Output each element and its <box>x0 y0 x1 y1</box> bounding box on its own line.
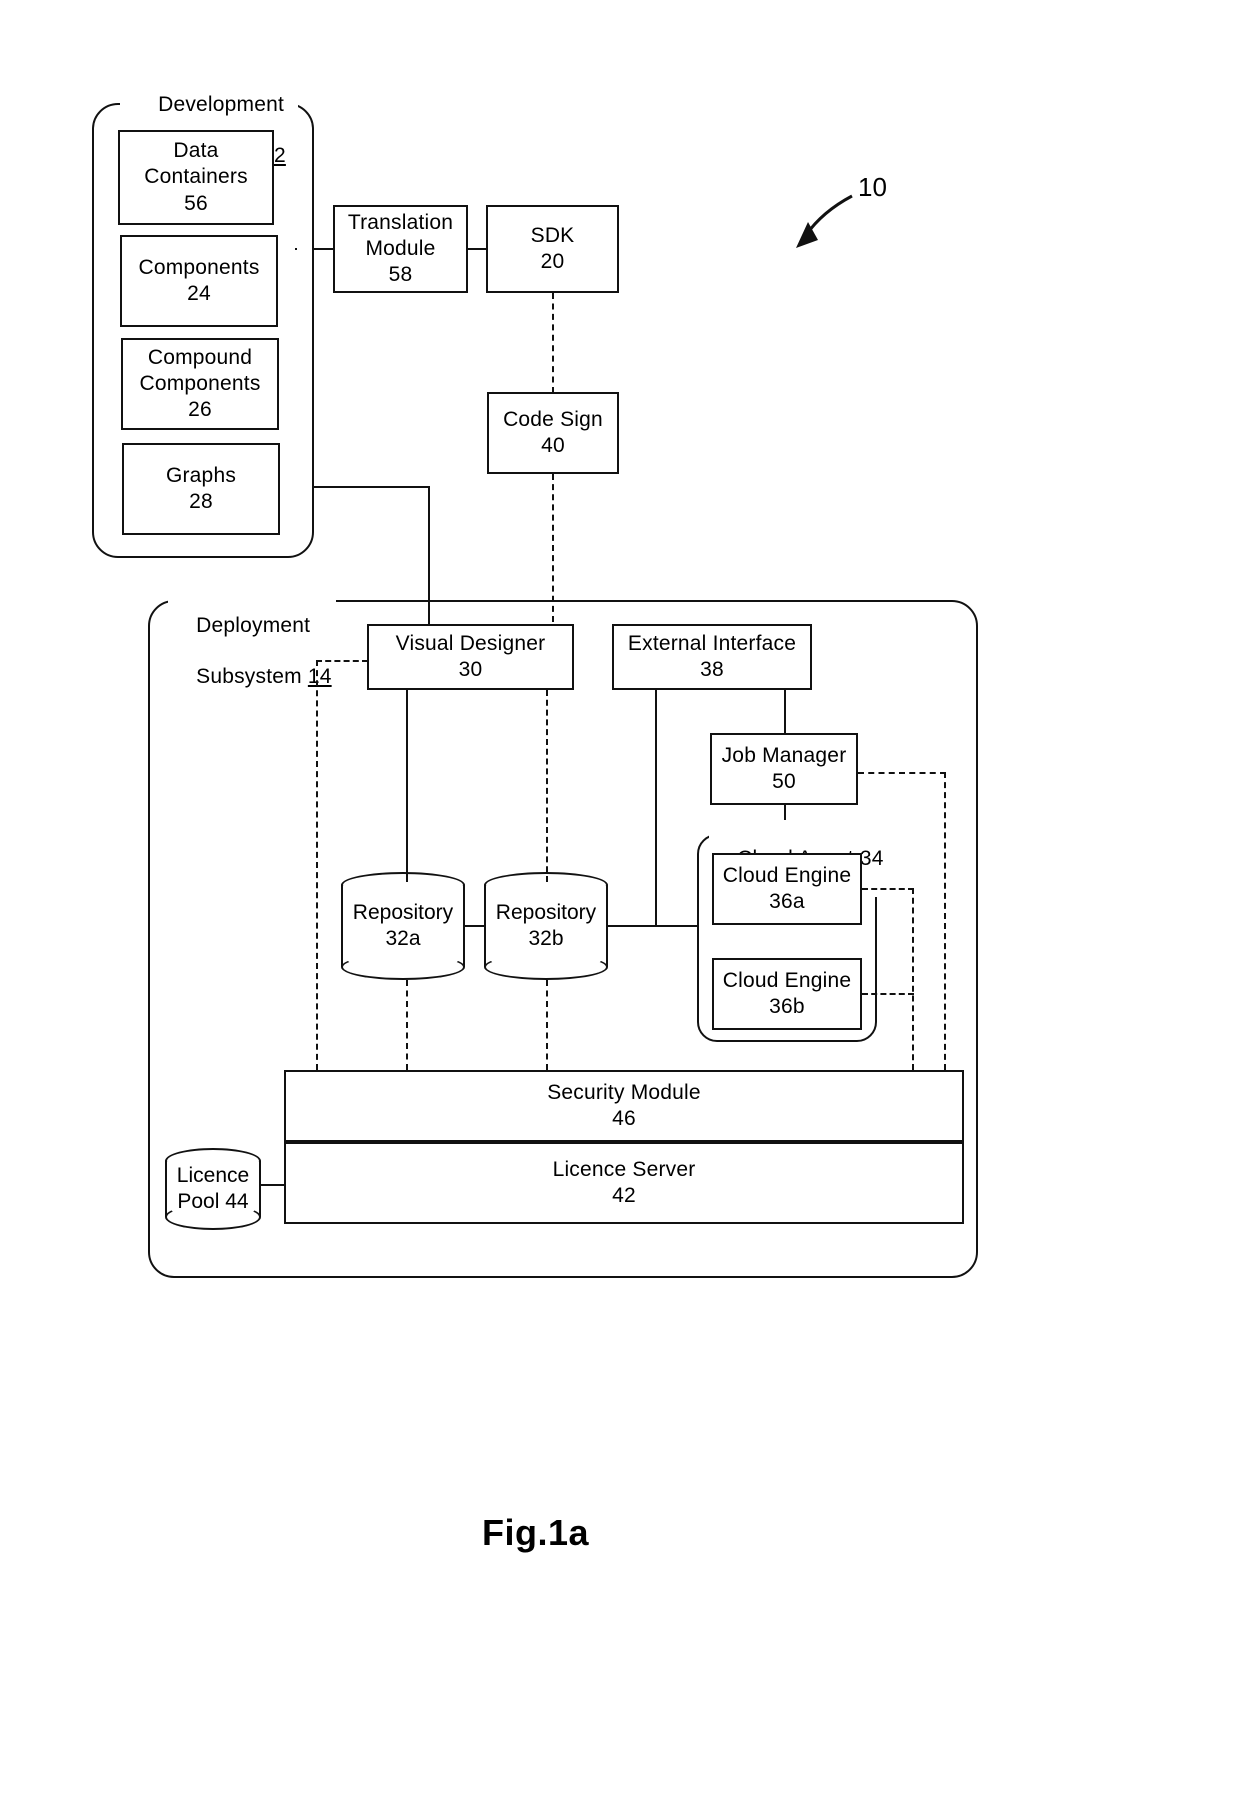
sdk-line1: SDK <box>530 223 575 247</box>
repository-32b-cylinder[interactable]: Repository 32b <box>484 872 608 980</box>
connector-graphs-horizontal <box>314 486 430 488</box>
connector-external-interface-to-job-manager <box>784 690 786 733</box>
cloud-engine-36b-box[interactable]: Cloud Engine 36b <box>712 958 862 1030</box>
connector-visual-designer-to-repo-32a <box>406 690 408 882</box>
connector-dashed-right-rail-outer <box>944 772 946 1070</box>
data-containers-line1: Data <box>173 139 219 163</box>
cloud-engine-36b-line1: Cloud Engine <box>722 968 852 992</box>
repository-32a-cylinder[interactable]: Repository 32a <box>341 872 465 980</box>
sdk-box[interactable]: SDK 20 <box>486 205 619 293</box>
deployment-subsystem-label-line1: Deployment <box>196 613 311 637</box>
components-box[interactable]: Components 24 <box>120 235 278 327</box>
repository-32a-text: Repository 32a <box>341 900 465 952</box>
connector-repo-32b-to-cloud-agent <box>607 925 699 927</box>
translation-module-box[interactable]: Translation Module 58 <box>333 205 468 293</box>
licence-server-ref: 42 <box>612 1184 636 1207</box>
translation-module-line1: Translation <box>347 210 454 234</box>
job-manager-line1: Job Manager <box>721 743 847 767</box>
connector-framework-to-translation <box>314 248 334 250</box>
external-interface-box[interactable]: External Interface 38 <box>612 624 812 690</box>
cloud-engine-36a-box[interactable]: Cloud Engine 36a <box>712 853 862 925</box>
security-module-ref: 46 <box>612 1107 636 1130</box>
connector-dashed-engine-36b-right <box>862 993 914 995</box>
external-interface-line1: External Interface <box>627 631 797 655</box>
repository-32a-cap <box>343 886 463 900</box>
cloud-engine-36b-ref: 36b <box>769 995 805 1018</box>
data-containers-box[interactable]: Data Containers 56 <box>118 130 274 225</box>
system-reference-arrow-line <box>804 194 853 236</box>
code-sign-ref: 40 <box>541 434 565 457</box>
compound-components-line2: Components <box>139 371 261 395</box>
compound-components-box[interactable]: Compound Components 26 <box>121 338 279 430</box>
patent-figure-page: Development framework 12 Data Containers… <box>0 0 1240 1814</box>
connector-dashed-to-repo-32b <box>546 690 548 882</box>
graphs-box[interactable]: Graphs 28 <box>122 443 280 535</box>
graphs-line1: Graphs <box>165 463 237 487</box>
code-sign-box[interactable]: Code Sign 40 <box>487 392 619 474</box>
translation-module-ref: 58 <box>388 263 413 287</box>
licence-pool-line1: Licence <box>176 1163 250 1187</box>
connector-repo-32a-to-32b <box>464 925 485 927</box>
connector-dashed-left-rail <box>316 660 318 1070</box>
figure-caption: Fig.1a <box>482 1512 590 1553</box>
cloud-engine-36a-line1: Cloud Engine <box>722 863 852 887</box>
graphs-ref: 28 <box>189 490 213 513</box>
repository-32b-cap <box>486 886 606 900</box>
job-manager-ref: 50 <box>772 770 796 793</box>
licence-server-line1: Licence Server <box>552 1157 696 1181</box>
repository-32a-bottom <box>341 954 465 980</box>
translation-module-line2: Module <box>365 236 436 260</box>
connector-external-interface-down <box>655 690 657 926</box>
connector-dashed-repo-32a-down <box>406 980 408 1070</box>
connector-sdk-to-code-sign-dashed <box>552 293 554 393</box>
sdk-ref: 20 <box>540 250 565 273</box>
code-sign-line1: Code Sign <box>503 407 603 431</box>
data-containers-ref: 56 <box>184 191 208 215</box>
components-ref: 24 <box>187 282 211 305</box>
repository-32b-line1: Repository <box>495 900 597 924</box>
cloud-engine-36a-ref: 36a <box>769 890 805 913</box>
repository-32a-ref: 32a <box>385 927 421 950</box>
deployment-subsystem-label-line2: Subsystem <box>196 664 302 688</box>
repository-32b-bottom <box>484 954 608 980</box>
system-reference-number: 10 <box>858 172 887 202</box>
connector-framework-edge-vertical <box>295 248 297 250</box>
compound-components-ref: 26 <box>188 398 212 422</box>
repository-32b-ref: 32b <box>528 927 564 950</box>
licence-server-box[interactable]: Licence Server 42 <box>284 1142 964 1224</box>
development-framework-label-line1: Development <box>158 92 285 116</box>
visual-designer-line1: Visual Designer <box>395 631 546 655</box>
connector-dashed-engine-36a-right <box>862 888 914 890</box>
security-module-line1: Security Module <box>547 1080 701 1104</box>
licence-pool-cylinder[interactable]: Licence Pool 44 <box>165 1148 261 1230</box>
components-line1: Components <box>138 255 260 279</box>
deployment-subsystem-label: Deployment Subsystem 14 <box>168 587 336 716</box>
repository-32a-line1: Repository <box>352 900 454 924</box>
connector-dashed-repo-32b-down <box>546 980 548 1070</box>
licence-pool-line2: Pool 44 <box>177 1190 249 1213</box>
compound-components-line1: Compound <box>147 345 253 369</box>
connector-dashed-job-manager-right <box>858 772 946 774</box>
security-module-box[interactable]: Security Module 46 <box>284 1070 964 1142</box>
visual-designer-box[interactable]: Visual Designer 30 <box>367 624 574 690</box>
connector-translation-to-sdk <box>467 248 488 250</box>
licence-pool-text: Licence Pool 44 <box>165 1163 261 1215</box>
job-manager-box[interactable]: Job Manager 50 <box>710 733 858 805</box>
connector-licence-pool-to-server <box>260 1184 286 1186</box>
external-interface-ref: 38 <box>700 658 724 681</box>
visual-designer-ref: 30 <box>458 658 483 681</box>
system-reference-arrowhead <box>796 222 818 248</box>
connector-dashed-left-rail-top <box>316 660 368 662</box>
repository-32b-text: Repository 32b <box>484 900 608 952</box>
data-containers-line2: Containers <box>144 165 248 189</box>
connector-dashed-right-rail-inner <box>912 888 914 1070</box>
deployment-subsystem-ref: 14 <box>307 664 332 688</box>
cloud-agent-ref: 34 <box>859 846 884 870</box>
